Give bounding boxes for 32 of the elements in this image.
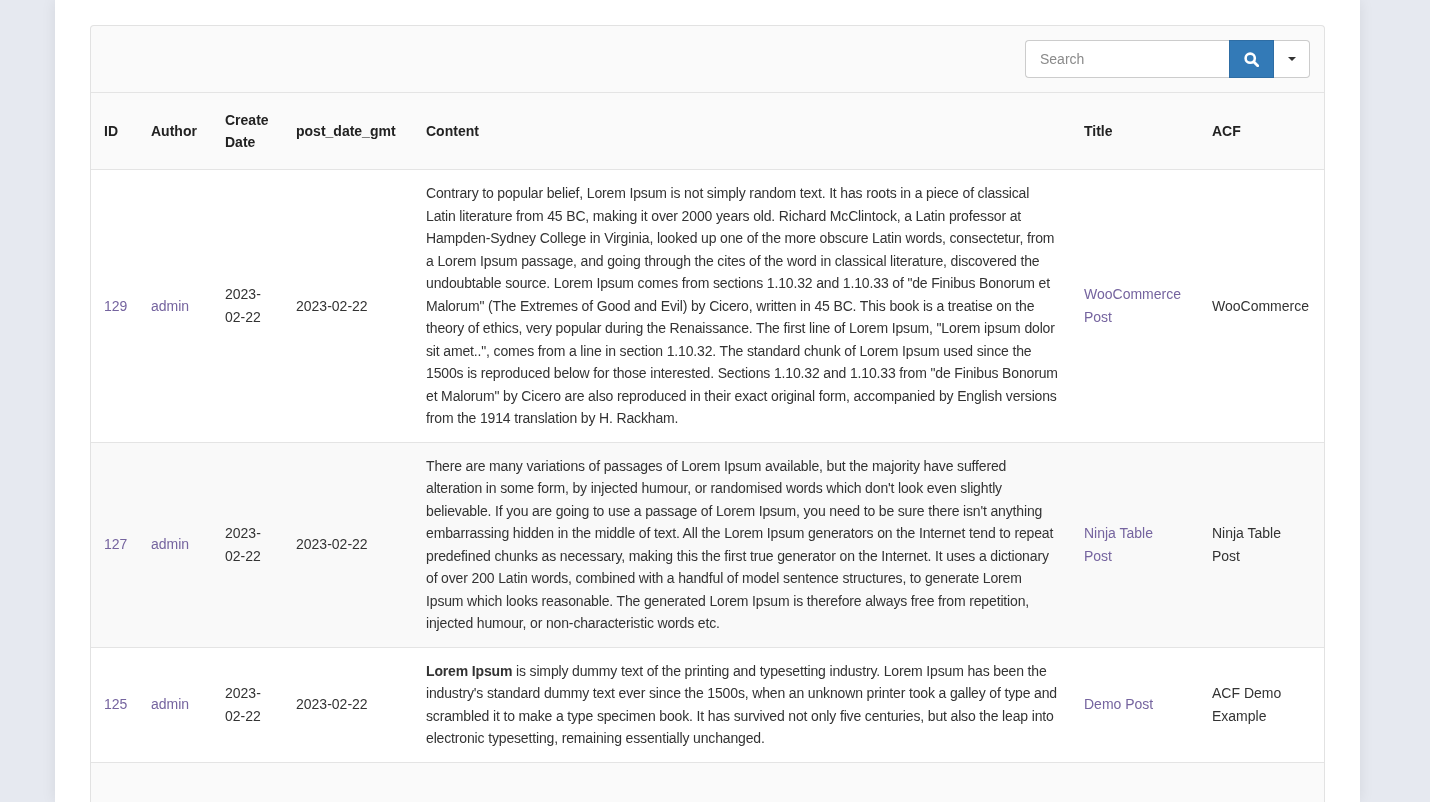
content-text: There are many variations of passages of Lorem Ipsum available, but the majority have suffered alteration in some form, by injected humour, or randomised words which don't look even slightly believable. If you are going to use a passage of Lorem Ipsum, you need to be sure there isn't anything embarrassing hidden in the middle of text. All the Lorem Ipsum generators on the Internet tend to repeat predefined chunks as necessary, making this the first true generator on the Internet. It uses a dictionary of over 200 Latin words, combined with a handful of model sentence structures, to generate Lorem Ipsum which looks reasonable. The generated Lorem Ipsum is therefore always free from repetition, injected humour, or non-characteristic words etc.: [426, 456, 1055, 633]
column-header: Content: [426, 122, 479, 141]
id-link[interactable]: 127: [104, 533, 128, 556]
caret-icon: [1287, 57, 1296, 61]
table-cell-text: 2023-02-22: [225, 524, 262, 566]
table-cell-text: WooCommerce: [1212, 296, 1309, 316]
table-cell-text: 2023-02-22: [225, 285, 262, 327]
title-link[interactable]: WooCommerce Post: [1084, 283, 1183, 329]
column-header: post_date_gmt: [296, 122, 396, 141]
id-link[interactable]: 125: [104, 693, 128, 716]
column-header: ID: [104, 122, 118, 141]
column-header: ACF: [1212, 122, 1241, 141]
title-link[interactable]: Ninja Table Post: [1084, 522, 1183, 567]
column-header: Create Date: [225, 111, 270, 152]
author-link[interactable]: admin: [151, 294, 190, 317]
table-cell-text: 2023-02-22: [296, 695, 368, 715]
table-cell-text: 2023-02-22: [296, 535, 368, 555]
search-button[interactable]: [1229, 40, 1274, 78]
table-cell-text: 2023-02-22: [296, 296, 368, 316]
title-link[interactable]: Demo Post: [1084, 693, 1154, 716]
search-field[interactable]: Search: [1025, 40, 1229, 78]
search-icon: [1244, 51, 1259, 67]
content-text: Lorem Ipsum is simply dummy text of the printing and typesetting industry. Lorem Ipsum has been the industry's standard dummy text ever since the 1500s, when an unknown printer took a galley of type and scrambled it to make a type specimen book. It has survived not only five centuries, but also the leap into electronic typesetting, remaining essentially unchanged.: [426, 661, 1058, 748]
table-cell-text: 2023-02-22: [225, 684, 262, 726]
content-text: Contrary to popular belief, Lorem Ipsum is not simply random text. It has roots in a piece of classical Latin literature from 45 BC, making it over 2000 years old. Richard McClintock, a Latin professor at Hampden-Sydney College in Virginia, looked up one of the more obscure Latin words, consectetur, from a Lorem Ipsum passage, and going through the cites of the word in classical literature, discovered the undoubtable source. Lorem Ipsum comes from sections 1.10.32 and 1.10.33 of "de Finibus Bonorum et Malorum" (The Extremes of Good and Evil) by Cicero, written in 45 BC. This book is a treatise on the theory of ethics, very popular during the Renaissance. The first line of Lorem Ipsum, "Lorem ipsum dolor sit amet..", comes from a line in section 1.10.32. The standard chunk of Lorem Ipsum used since the 1500s is reproduced below for those interested. Sections 1.10.32 and 1.10.33 from "de Finibus Bonorum et Malorum" by Cicero are also reproduced in their exact original form, accompanied by English versions from the 1914 translation by H. Rackham.: [426, 184, 1058, 428]
column-header: Author: [151, 122, 197, 141]
column-header: Title: [1084, 122, 1113, 141]
author-link[interactable]: admin: [151, 693, 190, 716]
id-link[interactable]: 129: [104, 294, 128, 317]
author-link[interactable]: admin: [151, 533, 190, 556]
table-cell-text: ACF Demo Example: [1212, 684, 1283, 726]
table-cell-text: Ninja Table Post: [1212, 524, 1282, 566]
